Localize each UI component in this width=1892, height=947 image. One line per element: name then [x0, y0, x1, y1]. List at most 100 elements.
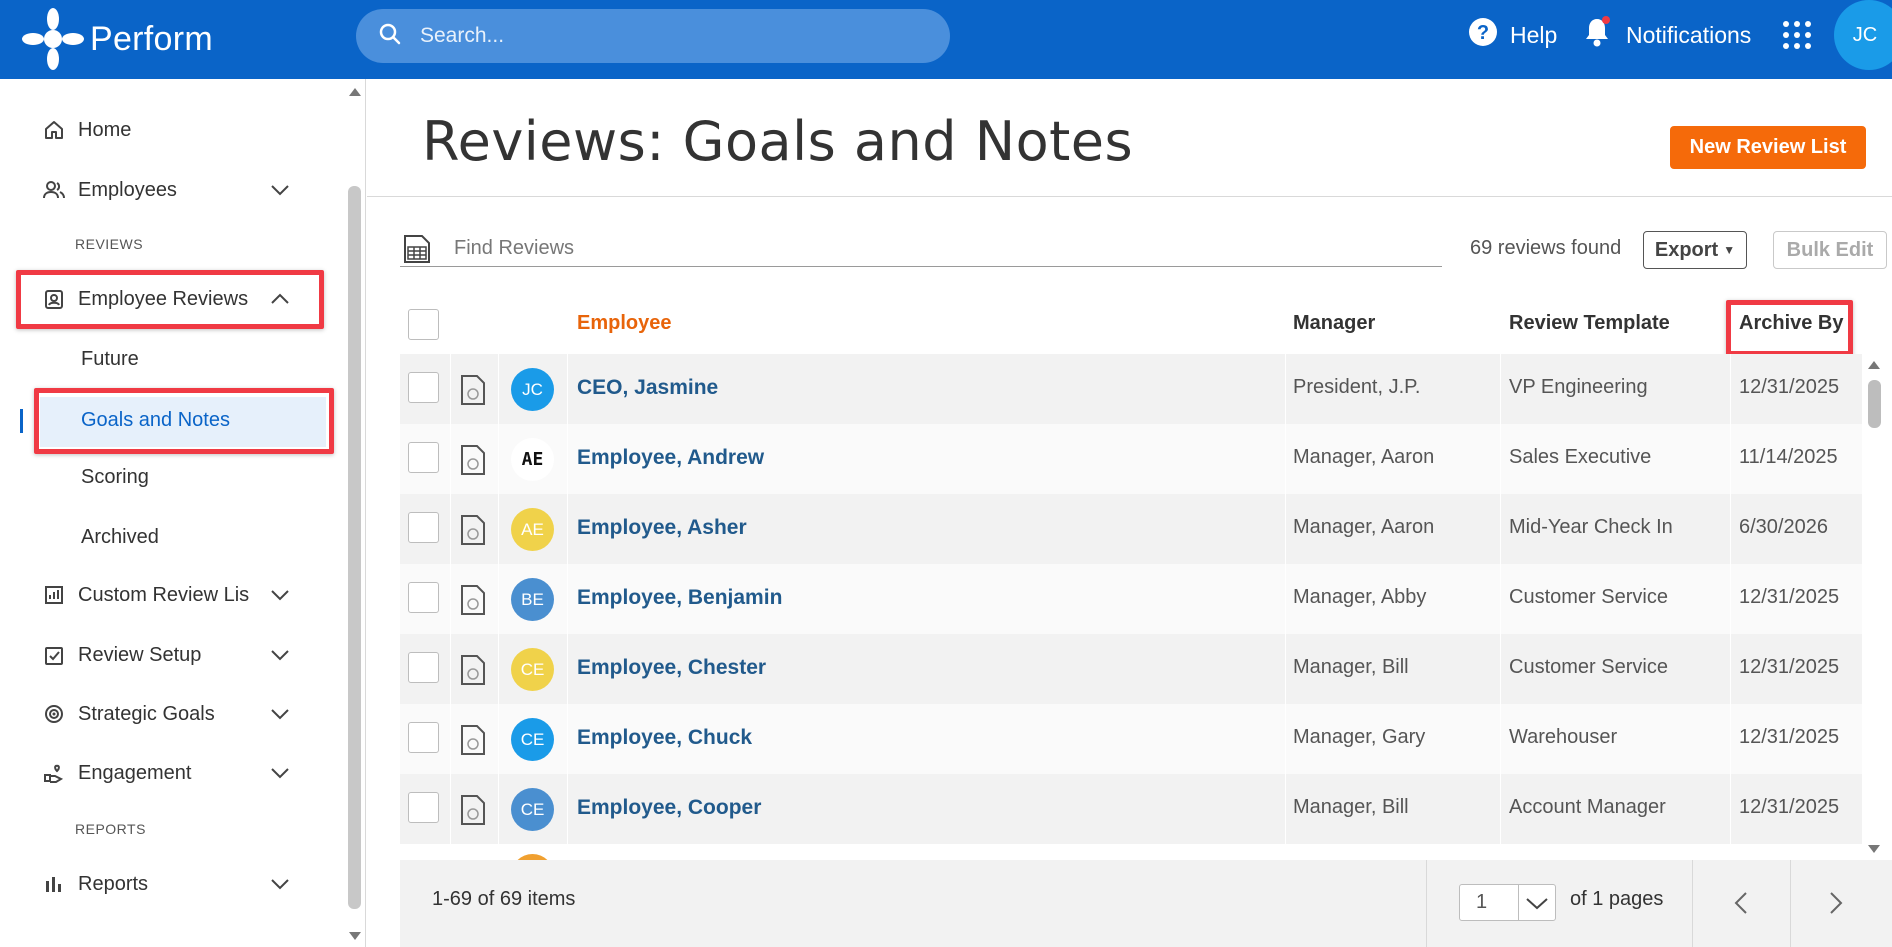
previous-page-button[interactable] [1733, 890, 1749, 921]
help-link[interactable]: ? Help [1468, 16, 1557, 54]
column-header-manager[interactable]: Manager [1293, 312, 1375, 335]
section-reviews: REVIEWS [75, 236, 144, 252]
archive-by-date: 12/31/2025 [1739, 376, 1840, 398]
document-icon[interactable] [460, 584, 486, 616]
find-reviews-input[interactable]: Find Reviews [454, 237, 574, 260]
row-checkbox[interactable] [408, 792, 439, 823]
sidebar-item-label: Reports [78, 872, 149, 895]
total-pages: of 1 pages [1570, 888, 1664, 910]
employee-link[interactable]: Employee, Asher [577, 516, 747, 540]
table-row[interactable]: BE Employee, Benjamin Manager, Abby Cust… [400, 564, 1862, 634]
help-label: Help [1510, 21, 1558, 48]
avatar: AE [511, 438, 554, 481]
row-checkbox[interactable] [408, 442, 439, 473]
table-row[interactable]: AE Employee, Andrew Manager, Aaron Sales… [400, 424, 1862, 494]
user-avatar[interactable]: JC [1834, 0, 1892, 70]
table-row[interactable]: JC CEO, Jasmine President, J.P. VP Engin… [400, 354, 1862, 424]
chevron-down-icon[interactable] [268, 178, 292, 202]
review-template: Mid-Year Check In [1509, 516, 1673, 538]
manager-name: Manager, Gary [1293, 726, 1426, 748]
spreadsheet-icon[interactable] [402, 234, 432, 269]
employee-link[interactable]: Employee, Chester [577, 656, 766, 680]
review-template: Customer Service [1509, 586, 1668, 608]
manager-name: President, J.P. [1293, 376, 1421, 398]
app-logo[interactable]: Perform [22, 6, 213, 72]
chevron-down-icon[interactable] [268, 872, 292, 896]
select-all-checkbox[interactable] [408, 309, 439, 340]
scroll-down-icon[interactable] [347, 929, 363, 947]
sidebar-item-custom-review-lists[interactable]: Custom Review Lis [42, 575, 250, 615]
archive-by-date: 6/30/2026 [1739, 516, 1828, 538]
column-header-review-template[interactable]: Review Template [1509, 312, 1670, 335]
sidebar-item-reports[interactable]: Reports [42, 864, 148, 904]
top-bar: Perform Search... ? Help Notifications J… [0, 0, 1892, 79]
chart-list-icon [42, 583, 66, 607]
home-icon [42, 118, 66, 142]
global-search[interactable]: Search... [356, 9, 950, 63]
sidebar-item-strategic-goals[interactable]: Strategic Goals [42, 694, 215, 734]
bulk-edit-button[interactable]: Bulk Edit [1773, 231, 1887, 269]
page-select-value: 1 [1476, 891, 1488, 913]
table-row[interactable]: CE Employee, Cooper Manager, Bill Accoun… [400, 774, 1862, 844]
row-checkbox[interactable] [408, 722, 439, 753]
sidebar-item-review-setup[interactable]: Review Setup [42, 635, 201, 675]
chevron-down-icon[interactable] [268, 583, 292, 607]
employee-link[interactable]: Employee, Andrew [577, 446, 764, 470]
avatar: AE [511, 508, 554, 551]
section-reports: REPORTS [75, 821, 146, 837]
employee-link[interactable]: CEO, Jasmine [577, 376, 718, 400]
sidebar-item-engagement[interactable]: Engagement [42, 753, 191, 793]
new-review-list-button[interactable]: New Review List [1670, 126, 1866, 169]
document-icon[interactable] [460, 444, 486, 476]
help-icon: ? [1468, 17, 1498, 53]
archive-by-date: 12/31/2025 [1739, 586, 1840, 608]
table-row[interactable]: AE Employee, Asher Manager, Aaron Mid-Ye… [400, 494, 1862, 564]
row-checkbox[interactable] [408, 372, 439, 403]
scroll-up-icon[interactable] [347, 85, 363, 103]
target-icon [42, 702, 66, 726]
column-header-employee[interactable]: Employee [577, 312, 671, 335]
sidebar-item-future[interactable]: Future [81, 348, 139, 371]
employee-link[interactable]: Employee, Chuck [577, 726, 752, 750]
notifications-link[interactable]: Notifications [1582, 16, 1751, 54]
archive-by-date: 12/31/2025 [1739, 656, 1840, 678]
row-checkbox[interactable] [408, 512, 439, 543]
sidebar-item-scoring[interactable]: Scoring [81, 466, 149, 489]
chevron-down-icon[interactable] [268, 643, 292, 667]
sidebar-item-archived[interactable]: Archived [81, 526, 159, 549]
row-checkbox[interactable] [408, 582, 439, 613]
apps-grid-icon[interactable] [1782, 20, 1812, 55]
archive-by-date: 12/31/2025 [1739, 796, 1840, 818]
sidebar: Home Employees REVIEWS Employee Reviews … [0, 79, 366, 947]
sidebar-item-home[interactable]: Home [42, 110, 131, 150]
sidebar-item-employees[interactable]: Employees [42, 170, 177, 210]
table-row[interactable]: CE Employee, Chuck Manager, Gary Warehou… [400, 704, 1862, 774]
highlight-archive-by [1726, 300, 1853, 356]
document-icon[interactable] [460, 374, 486, 406]
document-icon[interactable] [460, 794, 486, 826]
app-name: Perform [90, 19, 214, 58]
document-icon[interactable] [460, 724, 486, 756]
table-row[interactable]: CE Employee, Chester Manager, Bill Custo… [400, 634, 1862, 704]
employee-link[interactable]: Employee, Cooper [577, 796, 761, 820]
people-icon [42, 178, 66, 202]
employee-link[interactable]: Employee, Benjamin [577, 586, 782, 610]
sidebar-item-label: Home [78, 118, 132, 141]
review-template: Warehouser [1509, 726, 1618, 748]
document-icon[interactable] [460, 514, 486, 546]
chevron-down-icon[interactable] [268, 702, 292, 726]
sidebar-item-label: Custom Review Lis [78, 583, 250, 606]
export-button[interactable]: Export ▼ [1643, 231, 1747, 269]
table-scroll-up-icon[interactable] [1866, 358, 1882, 376]
chevron-down-icon[interactable] [268, 761, 292, 785]
next-page-button[interactable] [1828, 890, 1844, 921]
avatar: CE [511, 648, 554, 691]
sidebar-scrollbar[interactable] [348, 186, 361, 909]
table-scroll-down-icon[interactable] [1866, 842, 1882, 860]
page-select[interactable]: 1 [1459, 884, 1556, 921]
document-icon[interactable] [460, 654, 486, 686]
review-template: VP Engineering [1509, 376, 1648, 398]
table-scrollbar[interactable] [1868, 380, 1881, 428]
row-checkbox[interactable] [408, 652, 439, 683]
active-indicator [20, 409, 23, 433]
